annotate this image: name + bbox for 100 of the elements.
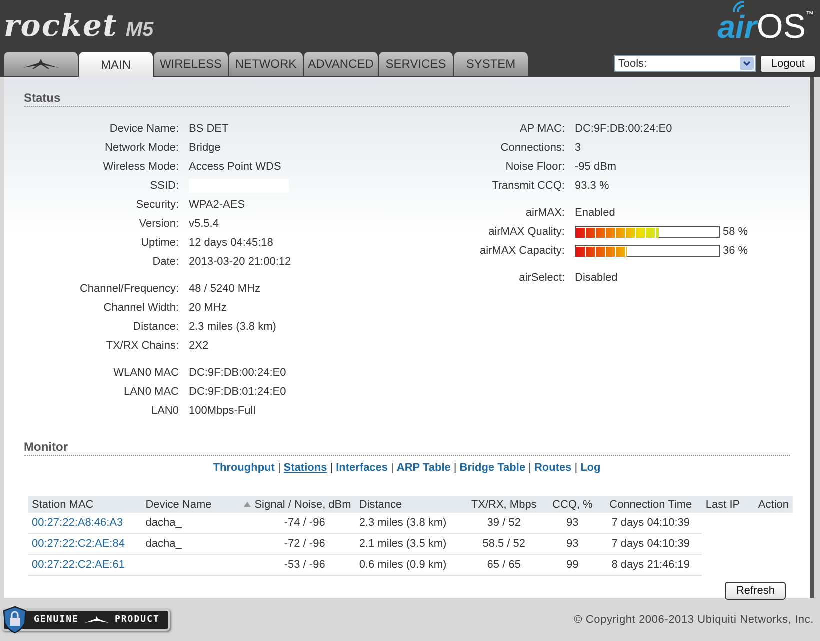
table-cell: 2.1 miles (3.5 km) — [355, 534, 463, 554]
copyright-text: © Copyright 2006-2013 Ubiquiti Networks, Inc. — [574, 614, 814, 626]
genuine-product-badge: GENUINE PRODUCT — [2, 608, 170, 630]
column-header[interactable]: Action — [749, 496, 793, 513]
field-value: BS DET — [189, 122, 229, 134]
field-value: v5.5.4 — [189, 218, 219, 230]
sort-icon — [244, 502, 251, 508]
field-label: airMAX Quality: — [488, 226, 565, 238]
field-label: Device Name: — [108, 122, 179, 134]
station-link[interactable]: 00:27:22:A8:46:A3 — [28, 513, 142, 534]
column-header[interactable]: Signal / Noise, dBm — [225, 496, 356, 513]
field-label: Uptime: — [140, 236, 179, 248]
table-cell: 99 — [545, 554, 600, 576]
table-cell: 58.5 / 52 — [462, 534, 546, 554]
field-value: 12 days 04:45:18 — [189, 236, 274, 248]
field-value: 3 — [575, 142, 582, 154]
field-value: 2013-03-20 21:00:12 — [189, 256, 292, 268]
monitor-link[interactable]: Log — [580, 462, 601, 474]
field-value: Enabled — [575, 206, 616, 218]
table-cell: 39 / 52 — [462, 513, 546, 534]
airos-logo: airOS™ — [716, 0, 816, 52]
field-label: AP MAC: — [518, 122, 565, 134]
field-label: airSelect: — [518, 272, 565, 284]
field-value: DC:9F:DB:00:24:E0 — [189, 366, 286, 378]
table-cell: -72 / -96 — [225, 534, 356, 554]
field-label: LAN0 MAC — [122, 386, 179, 398]
field-label: Noise Floor: — [504, 160, 565, 172]
column-header[interactable]: Distance — [355, 496, 463, 513]
field-value: 48 / 5240 MHz — [189, 282, 261, 294]
section-title: Monitor — [24, 440, 790, 456]
table-cell: -74 / -96 — [225, 513, 356, 534]
field-value: 100Mbps-Full — [189, 404, 256, 416]
station-link[interactable]: 00:27:22:C2:AE:61 — [28, 554, 142, 576]
field-label: Connections: — [500, 142, 565, 154]
field-value: DC:9F:DB:01:24:E0 — [189, 386, 286, 398]
link-separator: | — [391, 462, 394, 474]
monitor-link[interactable]: Stations — [284, 462, 328, 474]
table-cell: 2.3 miles (3.8 km) — [355, 513, 463, 534]
field-value: 93.3 % — [575, 180, 610, 192]
table-cell: 7 days 04:10:39 — [600, 534, 702, 554]
field-value: 2.3 miles (3.8 km) — [189, 320, 276, 332]
link-separator: | — [454, 462, 457, 474]
section-title: Status — [24, 91, 790, 107]
product-logo: rocket M5 — [4, 9, 154, 46]
meter-reading: 36 % — [723, 244, 748, 256]
field-label: SSID: — [149, 180, 179, 192]
column-header[interactable]: Station MAC — [28, 496, 142, 513]
refresh-button[interactable]: Refresh — [725, 582, 786, 600]
nav-tab[interactable]: MAIN — [79, 52, 153, 77]
column-header[interactable]: Connection Time — [600, 496, 702, 513]
field-label: Channel Width: — [102, 302, 179, 314]
tools-dropdown[interactable]: Tools: — [614, 55, 756, 72]
table-cell: 0.6 miles (0.9 km) — [355, 554, 463, 576]
nav-tab[interactable]: NETWORK — [229, 52, 303, 76]
field-label: Wireless Mode: — [102, 160, 179, 172]
field-value: Access Point WDS — [189, 160, 282, 172]
link-separator: | — [528, 462, 532, 474]
nav-tab[interactable]: SERVICES — [379, 52, 453, 76]
column-header[interactable]: TX/RX, Mbps — [462, 496, 546, 513]
field-label: Transmit CCQ: — [491, 180, 565, 192]
field-value: DC:9F:DB:00:24:E0 — [575, 122, 672, 134]
monitor-link[interactable]: Routes — [534, 462, 572, 474]
monitor-link[interactable]: Interfaces — [336, 462, 388, 474]
link-separator: | — [574, 462, 578, 474]
table-cell: 8 days 21:46:19 — [600, 554, 702, 576]
table-cell: dacha_ — [142, 513, 226, 534]
field-label: Date: — [152, 256, 179, 268]
field-label: Distance: — [132, 320, 179, 332]
column-header[interactable]: Device Name — [142, 496, 226, 513]
station-link[interactable]: 00:27:22:C2:AE:84 — [28, 534, 142, 554]
field-value: Disabled — [575, 272, 618, 284]
column-header[interactable]: CCQ, % — [545, 496, 600, 513]
nav-tab[interactable]: SYSTEM — [454, 52, 528, 76]
field-value: 20 MHz — [189, 302, 227, 314]
meter-reading: 58 % — [723, 226, 748, 238]
field-label: airMAX Capacity: — [479, 244, 565, 256]
field-label: airMAX: — [524, 206, 565, 218]
nav-tab[interactable]: ADVANCED — [304, 52, 378, 76]
nav-tab[interactable]: WIRELESS — [154, 52, 228, 76]
field-value: -95 dBm — [575, 160, 617, 172]
field-value: 2X2 — [189, 340, 209, 352]
table-cell: 93 — [545, 513, 600, 534]
field-label: LAN0 — [150, 404, 179, 416]
logo-tab[interactable] — [4, 52, 78, 76]
table-cell: 65 / 65 — [462, 554, 546, 576]
field-label: TX/RX Chains: — [105, 340, 179, 352]
field-label: Version: — [138, 218, 179, 230]
column-header[interactable]: Last IP — [702, 496, 750, 513]
monitor-link[interactable]: Throughput — [213, 462, 275, 474]
monitor-link[interactable]: ARP Table — [396, 462, 451, 474]
table-cell: 93 — [545, 534, 600, 554]
table-cell: -53 / -96 — [225, 554, 356, 576]
logout-button[interactable]: Logout — [760, 55, 816, 73]
monitor-link[interactable]: Bridge Table — [460, 462, 526, 474]
field-label: Channel/Frequency: — [78, 282, 179, 294]
link-separator: | — [330, 462, 334, 474]
field-label: WLAN0 MAC — [112, 366, 179, 378]
table-cell: 7 days 04:10:39 — [600, 513, 702, 534]
field-value: WPA2-AES — [189, 198, 246, 210]
antenna-icon — [21, 58, 61, 70]
